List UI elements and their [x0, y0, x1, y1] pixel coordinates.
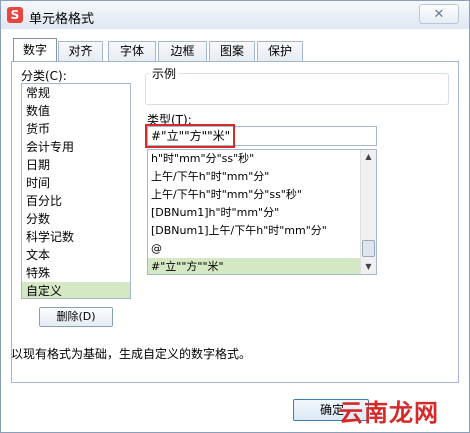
category-item-custom[interactable]: 自定义: [22, 282, 130, 298]
format-list-scrollbar[interactable]: ▲ ▼: [360, 150, 376, 274]
tab-number[interactable]: 数字: [13, 38, 57, 62]
category-item-scientific[interactable]: 科学记数: [26, 228, 74, 246]
sample-group: [145, 73, 449, 105]
tab-protection[interactable]: 保护: [257, 41, 303, 61]
tab-font[interactable]: 字体: [108, 41, 156, 61]
scroll-down-arrow-icon[interactable]: ▼: [361, 260, 376, 274]
tab-pattern[interactable]: 图案: [209, 41, 255, 61]
type-input-highlight-box: [145, 124, 235, 148]
close-button[interactable]: ✕: [419, 4, 459, 24]
category-item-general[interactable]: 常规: [26, 84, 50, 102]
scroll-up-arrow-icon[interactable]: ▲: [361, 150, 376, 164]
category-item-date[interactable]: 日期: [26, 156, 50, 174]
category-item-time[interactable]: 时间: [26, 174, 50, 192]
description-text: 以现有格式为基础，生成自定义的数字格式。: [11, 347, 252, 361]
category-item-text[interactable]: 文本: [26, 246, 50, 264]
format-code-list[interactable]: h"时"mm"分"ss"秒" 上午/下午h"时"mm"分" 上午/下午h"时"m…: [147, 149, 377, 275]
wps-app-icon: S: [7, 7, 23, 23]
title-bar: S 单元格格式 ✕: [1, 1, 469, 29]
tab-alignment[interactable]: 对齐: [58, 41, 103, 61]
sample-label: 示例: [149, 65, 180, 82]
tab-border[interactable]: 边框: [158, 41, 207, 61]
delete-button[interactable]: 删除(D): [39, 307, 113, 327]
format-cells-dialog: S 单元格格式 ✕ 数字 对齐 字体 边框 图案 保护 分类(C): 常规 数值…: [0, 0, 470, 433]
category-item-currency[interactable]: 货币: [26, 120, 50, 138]
category-label: 分类(C):: [21, 69, 67, 83]
category-list[interactable]: 常规 数值 货币 会计专用 日期 时间 百分比 分数 科学记数 文本 特殊 自定…: [21, 83, 131, 299]
category-item-fraction[interactable]: 分数: [26, 210, 50, 228]
category-item-accounting[interactable]: 会计专用: [26, 138, 74, 156]
format-item[interactable]: 上午/下午h"时"mm"分"ss"秒": [148, 186, 361, 204]
dialog-title: 单元格格式: [29, 12, 95, 27]
category-item-number[interactable]: 数值: [26, 102, 50, 120]
format-item[interactable]: @: [148, 240, 361, 258]
close-icon: ✕: [433, 7, 445, 22]
watermark-logo: 云南龙网: [339, 399, 439, 427]
category-item-special[interactable]: 特殊: [26, 264, 50, 282]
format-item[interactable]: [DBNum1]h"时"mm"分": [148, 204, 361, 222]
scroll-thumb[interactable]: [362, 240, 375, 257]
format-item[interactable]: [DBNum1]上午/下午h"时"mm"分": [148, 222, 361, 240]
category-item-percentage[interactable]: 百分比: [26, 192, 62, 210]
format-item-selected[interactable]: #"立""方""米": [148, 258, 361, 274]
format-item[interactable]: 上午/下午h"时"mm"分": [148, 168, 361, 186]
format-item[interactable]: h"时"mm"分"ss"秒": [148, 150, 361, 168]
